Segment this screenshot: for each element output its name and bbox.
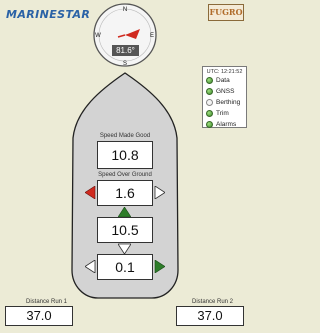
white-down-arrow-icon <box>118 243 131 254</box>
white-right-arrow-icon <box>154 186 165 199</box>
red-left-arrow-icon <box>85 186 96 199</box>
distance-run-2-label: Distance Run 2 <box>192 299 234 305</box>
distance-run-1-value: 37.0 <box>5 306 73 326</box>
smg-label: Speed Made Good <box>99 133 151 139</box>
white-left-arrow-icon <box>85 260 96 273</box>
sog-value: 1.6 <box>97 180 153 206</box>
distance-run-1-label: Distance Run 1 <box>26 299 68 305</box>
speed-value-3: 10.5 <box>97 217 153 243</box>
sog-label: Speed Over Ground <box>98 172 152 178</box>
distance-run-2-value: 37.0 <box>176 306 244 326</box>
green-right-arrow-icon <box>154 260 165 273</box>
speed-value-4: 0.1 <box>97 254 153 280</box>
smg-value: 10.8 <box>97 141 153 169</box>
